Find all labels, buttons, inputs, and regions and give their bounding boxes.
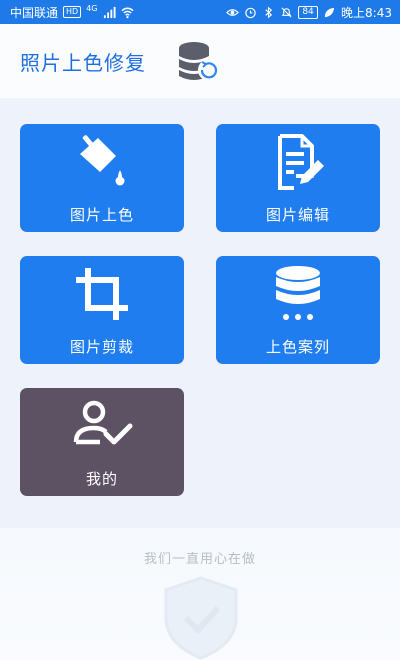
network-type: 4G xyxy=(86,3,98,13)
shield-watermark-icon xyxy=(164,576,238,660)
tile-label: 上色案列 xyxy=(265,338,330,356)
alarm-icon xyxy=(245,7,256,18)
document-edit-icon xyxy=(278,134,324,190)
leaf-icon xyxy=(324,7,335,17)
tile-colorize[interactable]: 图片上色 xyxy=(20,124,184,232)
clock-time: 晚上8:43 xyxy=(341,5,392,20)
user-check-icon xyxy=(73,400,133,445)
eye-icon xyxy=(226,8,239,16)
tile-profile[interactable]: 我的 xyxy=(20,388,184,496)
app-title: 照片上色修复 xyxy=(20,50,146,75)
carrier-name: 中国联通 xyxy=(10,5,59,20)
footer-slogan: 我们一直用心在做 xyxy=(143,552,256,567)
mute-bell-icon xyxy=(281,6,292,18)
footer: 我们一直用心在做 xyxy=(0,528,400,660)
tile-label: 图片剪裁 xyxy=(69,338,134,356)
battery-level: 84 xyxy=(298,5,319,19)
paint-bucket-icon xyxy=(80,135,125,186)
signal-icon xyxy=(103,6,116,18)
bluetooth-icon xyxy=(265,6,273,18)
tile-crop[interactable]: 图片剪裁 xyxy=(20,256,184,364)
status-right: 84 晚上8:43 xyxy=(226,4,392,21)
main-grid: 图片上色 图片编辑 图片剪裁 上色案列 我的 xyxy=(0,98,400,528)
tile-label: 图片上色 xyxy=(69,206,134,224)
status-bar: 中国联通 HD 4G 84 晚上8:43 xyxy=(0,0,400,24)
tile-examples[interactable]: 上色案列 xyxy=(216,256,380,364)
app-header: 照片上色修复 xyxy=(0,24,400,98)
tile-edit[interactable]: 图片编辑 xyxy=(216,124,380,232)
tile-label: 我的 xyxy=(85,470,118,488)
status-left: 中国联通 HD 4G xyxy=(10,4,134,21)
tile-label: 图片编辑 xyxy=(265,206,330,224)
database-restore-logo-icon xyxy=(179,42,220,81)
wifi-icon xyxy=(120,7,134,18)
hd-badge: HD xyxy=(63,6,82,18)
crop-icon xyxy=(76,268,128,320)
database-icon xyxy=(276,266,320,320)
